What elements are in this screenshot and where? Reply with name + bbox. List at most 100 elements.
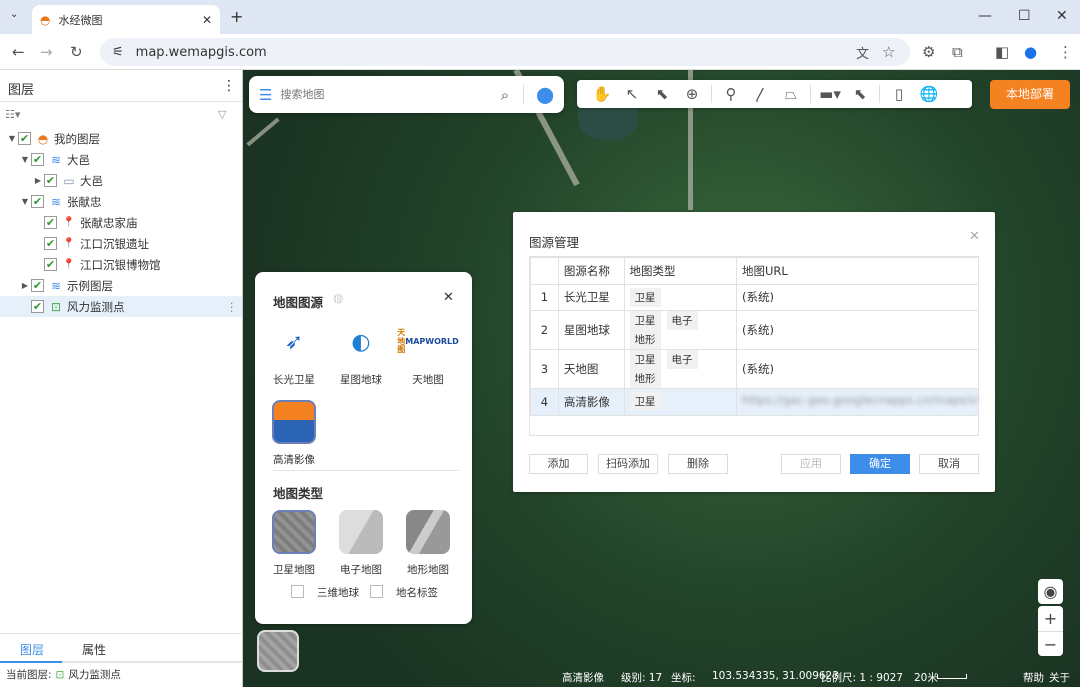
new-tab-button[interactable]: + (230, 7, 243, 26)
table-row[interactable]: 4 高清影像 卫星 https://gac-geo.googlecnapps.cn/m… (530, 388, 979, 416)
electronic-map-icon (339, 510, 383, 554)
tab-list-button[interactable]: ⌄ (10, 9, 18, 20)
source-tianditu[interactable]: 天地图 MAPWORLD 天地图 (397, 320, 459, 387)
tab-layers[interactable]: 图层 (20, 641, 44, 658)
layer-checkbox[interactable]: ✔ (31, 195, 44, 208)
zoom-in-button[interactable]: + (1038, 606, 1063, 631)
layer-tree-item[interactable]: ✔ 📍 江口沉银遗址 (0, 233, 242, 254)
browser-tab[interactable]: ◓ 水经微图 ✕ (32, 5, 220, 34)
expand-toggle-icon[interactable]: ▼ (6, 134, 18, 143)
expand-toggle-icon[interactable]: ▶ (19, 281, 31, 290)
view-mode-icon[interactable]: ☷▾ (5, 108, 20, 121)
layer-checkbox[interactable]: ✔ (31, 153, 44, 166)
site-settings-icon[interactable]: ⚟ (112, 45, 124, 60)
polygon-icon[interactable]: ⏢ (776, 85, 806, 103)
side-panel-icon[interactable]: ◧ (995, 43, 1009, 61)
source-changguang[interactable]: ➶ 长光卫星 (266, 320, 322, 387)
pan-hand-icon[interactable]: ✋ (587, 85, 617, 103)
dialog-close-icon[interactable]: ✕ (969, 229, 980, 244)
about-link[interactable]: 关于 (1049, 670, 1070, 685)
forward-button[interactable]: → (40, 43, 53, 61)
translate-icon[interactable]: 文 (856, 43, 869, 62)
layer-checkbox[interactable]: ✔ (44, 174, 57, 187)
identify-icon[interactable]: ⬉ (845, 85, 875, 103)
expand-toggle-icon[interactable]: ▶ (32, 176, 44, 185)
sidebar-title: 图层 (8, 83, 35, 98)
layer-tree-item[interactable]: ▼ ✔ ◓ 我的图层 (0, 128, 242, 149)
layer-tree-item[interactable]: ▶ ✔ ▭ 大邑 (0, 170, 242, 191)
close-tab-icon[interactable]: ✕ (202, 13, 212, 27)
type-tag: 电子 (666, 311, 698, 330)
expand-toggle-icon[interactable]: ▼ (19, 197, 31, 206)
local-deploy-button[interactable]: 本地部署 (990, 80, 1070, 109)
minimize-button[interactable]: — (978, 8, 992, 24)
basemap-switcher[interactable] (257, 630, 299, 672)
layer-checkbox[interactable]: ✔ (44, 216, 57, 229)
3d-globe-checkbox[interactable]: 三维地球 (291, 585, 359, 600)
layer-tree-item[interactable]: ▼ ✔ ≋ 大邑 (0, 149, 242, 170)
table-row[interactable]: 2 星图地球 卫星 电子地形 (系统) (530, 310, 979, 350)
cancel-button[interactable]: 取消 (919, 454, 979, 474)
extensions-puzzle-icon[interactable]: ⧉ (952, 43, 963, 61)
layer-tree-item[interactable]: ✔ ⊡ 风力监测点 ⋮ (0, 296, 242, 317)
tab-properties[interactable]: 属性 (82, 641, 106, 658)
search-icon[interactable]: ⌕ (501, 86, 509, 104)
delete-button[interactable]: 删除 (668, 454, 728, 474)
search-input[interactable] (280, 88, 501, 101)
item-menu-icon[interactable]: ⋮ (226, 300, 238, 314)
source-hd-imagery[interactable]: 高清影像 (266, 400, 322, 467)
polyline-icon[interactable]: 〳 (746, 84, 776, 105)
device-icon[interactable]: ▯ (884, 85, 914, 103)
layer-checkbox[interactable]: ✔ (31, 300, 44, 313)
table-header: 图源名称 地图类型 地图URL (530, 257, 979, 285)
expand-toggle-icon[interactable]: ▼ (19, 155, 31, 164)
type-tag: 卫星 (629, 311, 661, 330)
table-row[interactable]: 1 长光卫星 卫星 (系统) (530, 283, 979, 311)
type-terrain[interactable]: 地形地图 (400, 510, 456, 577)
select-arrow-icon[interactable]: ↖ (617, 85, 647, 103)
layer-label: 大邑 (80, 173, 103, 188)
profile-avatar[interactable]: ● (1024, 43, 1037, 61)
layer-checkbox[interactable]: ✔ (44, 258, 57, 271)
marker-icon[interactable]: ⚲ (716, 85, 746, 103)
filter-icon[interactable]: ▽ (218, 108, 226, 121)
box-select-icon[interactable]: ⬉ (647, 85, 677, 103)
apply-button[interactable]: 应用 (781, 454, 841, 474)
ruler-icon[interactable]: ▬▾ (815, 85, 845, 103)
layer-checkbox[interactable]: ✔ (44, 237, 57, 250)
app-logo-icon: ◓ (37, 131, 49, 146)
layer-tree-item[interactable]: ▶ ✔ ≋ 示例图层 (0, 275, 242, 296)
zoom-out-button[interactable]: − (1038, 631, 1063, 656)
source-xingtu[interactable]: ◐ 星图地球 (333, 320, 389, 387)
locate-button[interactable]: ◉ (1038, 579, 1063, 604)
menu-icon[interactable]: ☰ (259, 86, 272, 104)
extension-icon[interactable]: ⚙ (922, 43, 935, 61)
type-electronic[interactable]: 电子地图 (333, 510, 389, 577)
layer-checkbox[interactable]: ✔ (31, 279, 44, 292)
back-button[interactable]: ← (12, 43, 25, 61)
sidebar-menu-icon[interactable]: ⋮ (222, 78, 236, 94)
place-label-checkbox[interactable]: 地名标签 (370, 585, 438, 600)
scan-add-button[interactable]: 扫码添加 (598, 454, 658, 474)
type-cell: 卫星 电子地形 (623, 310, 738, 350)
zoom-region-icon[interactable]: ⊕ (677, 85, 707, 103)
layer-tree-item[interactable]: ✔ 📍 张献忠家庙 (0, 212, 242, 233)
bookmark-star-icon[interactable]: ☆ (882, 43, 895, 61)
type-satellite[interactable]: 卫星地图 (266, 510, 322, 577)
reload-button[interactable]: ↻ (70, 43, 83, 61)
maximize-button[interactable]: ☐ (1018, 8, 1031, 24)
help-link[interactable]: 帮助 (1023, 670, 1044, 685)
browser-menu-icon[interactable]: ⋮ (1058, 43, 1073, 61)
satellite-map-icon (272, 510, 316, 554)
close-icon[interactable]: ✕ (443, 290, 454, 305)
layer-checkbox[interactable]: ✔ (18, 132, 31, 145)
layer-tree-item[interactable]: ▼ ✔ ≋ 张献忠 (0, 191, 242, 212)
add-button[interactable]: 添加 (529, 454, 588, 474)
locate-pin-icon[interactable]: ⬤ (523, 85, 554, 104)
ok-button[interactable]: 确定 (850, 454, 910, 474)
layer-tree-item[interactable]: ✔ 📍 江口沉银博物馆 (0, 254, 242, 275)
close-window-button[interactable]: ✕ (1056, 8, 1068, 24)
url-field[interactable]: ⚟ map.wemapgis.com (100, 38, 910, 66)
globe-icon[interactable]: 🌐 (914, 85, 944, 103)
table-row[interactable]: 3 天地图 卫星 电子地形 (系统) (530, 349, 979, 389)
